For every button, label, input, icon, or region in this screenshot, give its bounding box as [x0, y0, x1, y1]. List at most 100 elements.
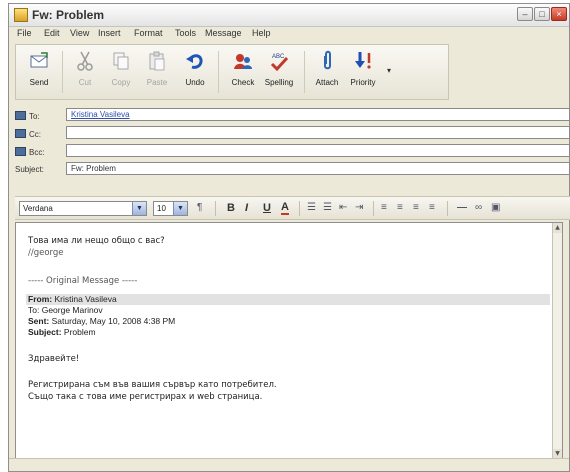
to-value-quoted: George Marinov	[41, 305, 103, 315]
from-value: Kristina Vasileva	[54, 294, 117, 304]
menu-bar: File Edit View Insert Format Tools Messa…	[9, 26, 569, 42]
font-color-button[interactable]: A	[281, 201, 289, 215]
undo-button[interactable]: Undo	[178, 50, 212, 87]
underline-button[interactable]: U	[263, 201, 271, 215]
spelling-button[interactable]: ABC Spelling	[262, 50, 296, 87]
toolbar-separator	[304, 51, 305, 93]
scroll-up-icon[interactable]: ▲	[553, 223, 562, 233]
clipboard-icon	[146, 50, 168, 72]
address-book-icon[interactable]	[15, 111, 26, 120]
attach-button[interactable]: Attach	[310, 50, 344, 87]
message-body[interactable]: Това има ли нещо общо с вас? //george --…	[15, 222, 563, 460]
paragraph-style-icon[interactable]: ¶	[197, 201, 202, 215]
menu-message[interactable]: Message	[205, 28, 242, 38]
menu-help[interactable]: Help	[252, 28, 271, 38]
toolbar-separator	[62, 51, 63, 93]
justify-icon[interactable]: ≡	[429, 201, 435, 215]
format-separator	[215, 201, 216, 216]
menu-edit[interactable]: Edit	[44, 28, 60, 38]
spelling-icon: ABC	[268, 50, 290, 72]
cc-field[interactable]	[66, 126, 570, 139]
subject-line: Subject: Problem	[28, 327, 96, 337]
paste-label: Paste	[146, 78, 168, 87]
send-button[interactable]: Send	[22, 50, 56, 87]
to-label: To:	[29, 112, 40, 121]
subject-field[interactable]: Fw: Problem	[66, 162, 570, 175]
to-field[interactable]: Kristina Vasileva	[66, 108, 570, 121]
svg-text:ABC: ABC	[272, 54, 285, 60]
maximize-button[interactable]: □	[534, 7, 550, 21]
close-icon: ×	[556, 9, 562, 19]
to-recipient[interactable]: Kristina Vasileva	[71, 110, 130, 119]
cut-button[interactable]: Cut	[68, 50, 102, 87]
cc-field-label: Cc:	[15, 129, 41, 139]
horizontal-line-icon[interactable]: —	[457, 201, 467, 215]
priority-dropdown-button[interactable]: ▾	[382, 65, 396, 76]
check-names-button[interactable]: Check	[226, 50, 260, 87]
dropdown-arrow-icon: ▾	[386, 66, 391, 75]
body-line: Регистрирана съм във вашия сървър като п…	[28, 380, 277, 390]
paste-button[interactable]: Paste	[140, 50, 174, 87]
minimize-icon: –	[522, 9, 528, 19]
menu-view[interactable]: View	[70, 28, 89, 38]
send-label: Send	[29, 78, 49, 87]
insert-picture-icon[interactable]: ▣	[491, 201, 500, 215]
format-separator	[373, 201, 374, 216]
italic-button[interactable]: I	[245, 201, 248, 215]
maximize-icon: □	[539, 9, 545, 19]
align-center-icon[interactable]: ≡	[397, 201, 403, 215]
decrease-indent-icon[interactable]: ⇤	[339, 201, 347, 215]
toolbar: Send Cut Copy Paste Undo Check ABC Spell…	[15, 44, 449, 100]
priority-icon	[352, 50, 374, 72]
window-title: Fw: Problem	[32, 8, 105, 22]
close-button[interactable]: ×	[551, 7, 567, 21]
original-message-header: ----- Original Message -----	[28, 276, 138, 286]
cut-label: Cut	[78, 78, 92, 87]
menu-format[interactable]: Format	[134, 28, 163, 38]
font-select[interactable]: Verdana ▼	[19, 201, 147, 216]
menu-file[interactable]: File	[17, 28, 32, 38]
increase-indent-icon[interactable]: ⇥	[355, 201, 363, 215]
check-label: Check	[231, 78, 255, 87]
subject-label: Subject:	[15, 165, 44, 174]
message-window: Fw: Problem – □ × File Edit View Insert …	[8, 3, 570, 472]
minimize-button[interactable]: –	[517, 7, 533, 21]
to-line: To: George Marinov	[28, 305, 103, 315]
sent-line: Sent: Saturday, May 10, 2008 4:38 PM	[28, 316, 175, 326]
bcc-field[interactable]	[66, 144, 570, 157]
signature-line: //george	[28, 248, 64, 258]
menu-insert[interactable]: Insert	[98, 28, 121, 38]
attach-label: Attach	[315, 78, 339, 87]
hyperlink-icon[interactable]: ∞	[475, 201, 482, 215]
font-value: Verdana	[23, 204, 53, 213]
body-line: Също така с това име регистрирах и web с…	[28, 392, 263, 402]
bullet-list-icon[interactable]: ☰	[323, 201, 332, 215]
align-right-icon[interactable]: ≡	[413, 201, 419, 215]
chevron-down-icon[interactable]: ▼	[132, 202, 146, 215]
bold-button[interactable]: B	[227, 201, 235, 215]
copy-icon	[110, 50, 132, 72]
align-left-icon[interactable]: ≡	[381, 201, 387, 215]
numbered-list-icon[interactable]: ☰	[307, 201, 316, 215]
paperclip-icon	[316, 50, 338, 72]
address-book-icon[interactable]	[15, 129, 26, 138]
subject-label-quoted: Subject:	[28, 327, 62, 337]
format-separator	[447, 201, 448, 216]
priority-label: Priority	[350, 78, 376, 87]
bcc-label: Bcc:	[29, 148, 45, 157]
scissors-icon	[74, 50, 96, 72]
spelling-label: Spelling	[264, 78, 294, 87]
body-line: Това има ли нещо общо с вас?	[28, 236, 165, 246]
font-size-select[interactable]: 10 ▼	[153, 201, 188, 216]
vertical-scrollbar[interactable]: ▲ ▼	[552, 223, 562, 459]
undo-label: Undo	[185, 78, 205, 87]
menu-tools[interactable]: Tools	[175, 28, 196, 38]
priority-button[interactable]: Priority	[346, 50, 380, 87]
address-book-icon[interactable]	[15, 147, 26, 156]
format-separator	[299, 201, 300, 216]
copy-button[interactable]: Copy	[104, 50, 138, 87]
chevron-down-icon[interactable]: ▼	[173, 202, 187, 215]
status-bar	[9, 458, 569, 471]
sent-value: Saturday, May 10, 2008 4:38 PM	[51, 316, 176, 326]
bcc-field-label: Bcc:	[15, 147, 45, 157]
